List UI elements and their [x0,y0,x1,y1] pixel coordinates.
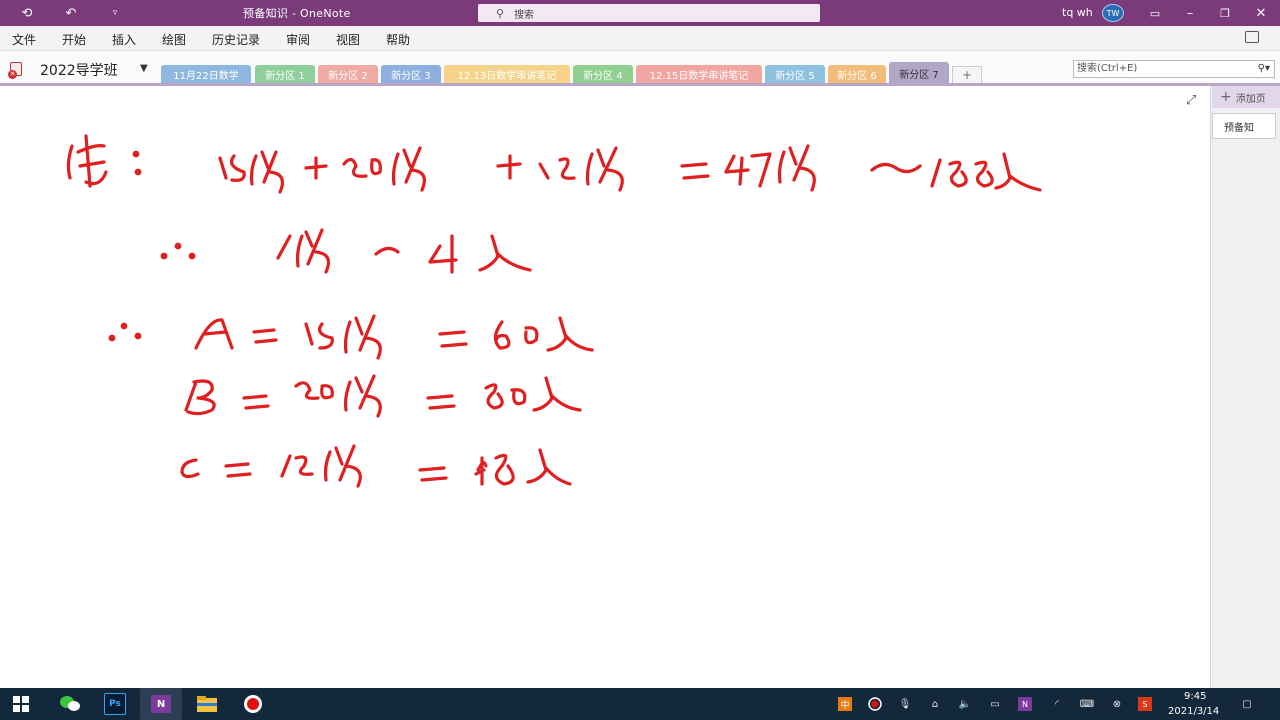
record-tray-icon[interactable] [868,697,882,711]
ribbon-toggle-icon[interactable] [1245,31,1259,43]
add-page-button[interactable]: + 添加页 [1212,86,1280,108]
sogou-icon[interactable]: S [1138,697,1152,711]
page-list-item[interactable]: 预备知 [1212,113,1276,139]
notebook-name[interactable]: 2022导学班 [40,60,118,80]
close-icon[interactable]: ✕ [1246,0,1276,26]
ink-line-5 [180,444,572,488]
tab-section-9[interactable]: 新分区 7 [889,62,949,84]
notebook-search-placeholder: 搜索(Ctrl+E) [1077,63,1138,74]
windows-start-icon[interactable] [10,693,32,715]
clock-date[interactable]: 2021/3/14 [1168,706,1219,717]
notebook-icon: ✕ [8,62,22,79]
tab-section-0[interactable]: 11月22日数学 [161,65,251,83]
wifi-icon[interactable]: ◜ [1050,697,1064,711]
window-title: 预备知识 - OneNote [243,7,351,20]
minimize-icon[interactable]: – [1175,0,1205,26]
ink-line-1 [66,134,1042,194]
menu-draw[interactable]: 绘图 [162,31,186,48]
volume-icon[interactable]: 🔈 [958,697,972,711]
keyboard-icon[interactable]: ⌨ [1080,697,1094,711]
tab-section-2[interactable]: 新分区 2 [318,65,378,83]
input-method-icon[interactable]: 中 [838,697,852,711]
wechat-icon[interactable] [58,693,82,715]
onenote-taskbar-button[interactable]: N [140,688,182,720]
microphone-icon[interactable]: 🎙 [898,697,912,711]
notebook-search-input[interactable]: 搜索(Ctrl+E) ⚲▾ [1073,60,1275,78]
usb-icon[interactable]: ⌂ [928,697,942,711]
menu-view[interactable]: 视图 [336,31,360,48]
menu-insert[interactable]: 插入 [112,31,136,48]
chevron-down-icon[interactable]: ▼ [140,63,148,74]
search-input[interactable]: ⚲ 搜索 [478,4,820,22]
display-options-icon[interactable]: ▭ [1140,0,1170,26]
file-explorer-icon[interactable] [196,693,218,715]
screen-recorder-icon[interactable] [242,693,264,715]
add-section-button[interactable]: + [952,66,982,83]
expand-icon[interactable]: ⤢ [1186,93,1196,108]
taskbar: Ps N 中 🎙 ⌂ 🔈 ▭ N ◜ ⌨ ⊗ S ▢ [0,688,1280,720]
menu-help[interactable]: 帮助 [386,31,410,48]
search-icon: ⚲▾ [1257,63,1270,74]
search-placeholder: 搜索 [514,9,535,21]
ink-line-2 [160,228,532,274]
menu-history[interactable]: 历史记录 [212,31,260,48]
section-tabs-bar: ✕ 2022导学班 ▼ 11月22日数学 新分区 1 新分区 2 新分区 3 1… [0,51,1280,84]
notifications-icon[interactable]: ▢ [1240,697,1254,711]
close-circle-icon[interactable]: ⊗ [1110,697,1124,711]
onenote-tray-icon[interactable]: N [1018,697,1032,711]
quick-access-dropdown-icon[interactable]: ▿ [100,0,130,26]
user-name[interactable]: tq wh [1062,6,1093,19]
tab-section-5[interactable]: 新分区 4 [573,65,633,83]
menu-review[interactable]: 审阅 [286,31,310,48]
plus-icon: + [1220,89,1232,105]
tab-section-3[interactable]: 新分区 3 [381,65,441,83]
page-list-pane [1210,86,1280,688]
ink-line-3 [108,314,594,360]
menu-home[interactable]: 开始 [62,31,86,48]
battery-icon[interactable]: ▭ [988,697,1002,711]
restore-icon[interactable]: ❐ [1210,0,1240,26]
tab-section-4[interactable]: 12.13日数学串讲笔记 [444,65,570,83]
avatar[interactable]: TW [1102,4,1124,22]
search-icon: ⚲ [496,6,505,20]
photoshop-icon[interactable]: Ps [104,693,126,715]
tab-section-6[interactable]: 12.15日数学串讲笔记 [636,65,762,83]
tab-section-1[interactable]: 新分区 1 [255,65,315,83]
undo-icon[interactable]: ↶ [56,0,86,26]
back-icon[interactable]: ⟲ [12,0,42,26]
title-bar: ⟲ ↶ ▿ 预备知识 - OneNote ⚲ 搜索 tq wh TW ▭ – ❐… [0,0,1280,26]
onenote-icon: N [151,695,171,713]
ink-line-4 [184,374,582,418]
ink-drawing [66,134,1042,488]
tab-section-8[interactable]: 新分区 6 [828,65,886,83]
menu-bar: 文件 开始 插入 绘图 历史记录 审阅 视图 帮助 [0,26,1280,51]
menu-file[interactable]: 文件 [12,31,36,48]
page-canvas[interactable] [0,86,1210,688]
tab-section-7[interactable]: 新分区 5 [765,65,825,83]
clock-time[interactable]: 9:45 [1184,691,1206,702]
add-page-label: 添加页 [1235,93,1266,105]
